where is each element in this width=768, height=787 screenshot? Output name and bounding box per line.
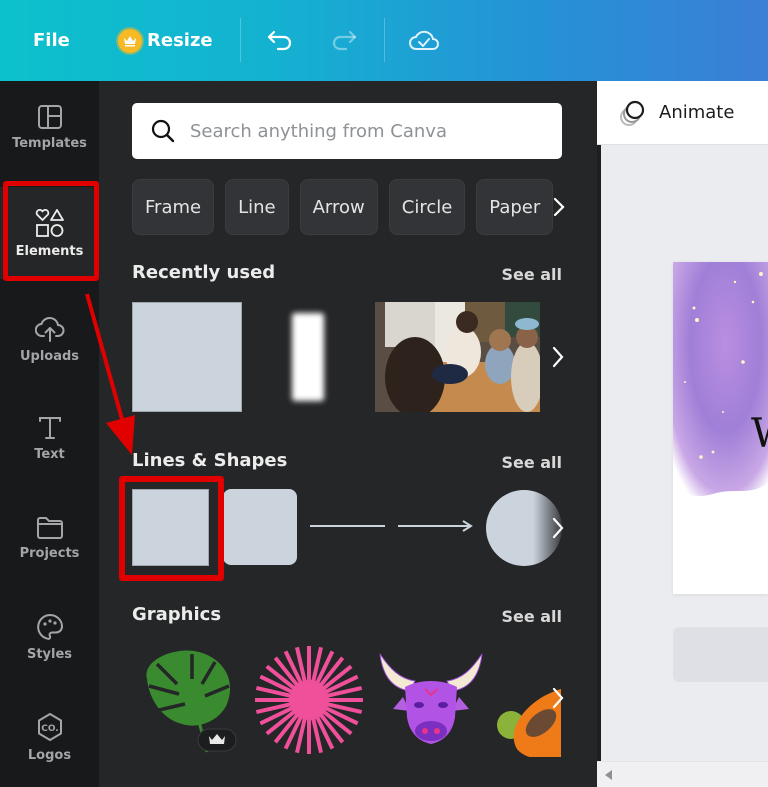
- search-icon: [151, 119, 175, 143]
- animate-icon: [620, 100, 645, 126]
- sidebar-item-label: Projects: [19, 545, 80, 561]
- chevron-right-icon[interactable]: [549, 516, 567, 540]
- sidebar-item-elements[interactable]: Elements: [0, 187, 99, 279]
- graphic-pink-starburst[interactable]: [253, 644, 365, 756]
- filter-chips: Frame Line Arrow Circle Paper: [132, 179, 554, 235]
- page-title-letter: W: [751, 411, 768, 457]
- design-page[interactable]: W: [673, 262, 768, 594]
- redo-icon[interactable]: [328, 24, 360, 56]
- chevron-right-icon[interactable]: [548, 196, 570, 218]
- chip-arrow[interactable]: Arrow: [299, 179, 378, 235]
- shape-arrow[interactable]: [396, 517, 476, 535]
- sidebar-item-label: Templates: [12, 135, 87, 151]
- add-page-button[interactable]: [673, 627, 768, 682]
- sidebar-item-label: Uploads: [19, 348, 80, 364]
- graphic-monstera-leaf[interactable]: [137, 644, 237, 754]
- section-title-recently-used: Recently used: [132, 262, 276, 283]
- shape-rounded-square[interactable]: [223, 489, 297, 565]
- folder-icon: [36, 516, 63, 539]
- sidebar-item-label: Logos: [27, 747, 72, 763]
- sidebar-item-label: Elements: [15, 243, 84, 259]
- text-icon: [38, 416, 61, 439]
- search-box[interactable]: [132, 103, 562, 159]
- upload-cloud-icon: [34, 316, 64, 342]
- graphic-bull-head[interactable]: [375, 649, 487, 749]
- search-input[interactable]: [190, 120, 530, 142]
- section-title-graphics: Graphics: [132, 604, 222, 625]
- canva-editor: File Resize Templates Elements Uploads T…: [0, 0, 768, 787]
- section-title-lines-shapes: Lines & Shapes: [132, 450, 288, 471]
- see-all-recently-used[interactable]: See all: [501, 265, 562, 284]
- sidebar-item-text[interactable]: Text: [0, 392, 99, 484]
- chip-paper[interactable]: Paper: [476, 179, 554, 235]
- see-all-lines-shapes[interactable]: See all: [501, 453, 562, 472]
- crown-icon: [118, 28, 142, 53]
- recent-family-photo[interactable]: [375, 302, 540, 412]
- sidebar-item-templates[interactable]: Templates: [0, 81, 99, 173]
- file-menu-button[interactable]: File: [33, 0, 70, 81]
- shape-line[interactable]: [309, 521, 389, 531]
- svg-text:CO.: CO.: [41, 724, 58, 734]
- chevron-right-icon[interactable]: [549, 686, 567, 710]
- animate-button[interactable]: Animate: [619, 99, 734, 127]
- sidebar-item-logos[interactable]: CO. Logos: [0, 691, 99, 783]
- elements-icon: [35, 208, 64, 237]
- resize-button[interactable]: Resize: [118, 0, 213, 81]
- recent-blurred-bar[interactable]: [292, 313, 324, 401]
- recent-square-shape[interactable]: [132, 302, 242, 412]
- starburst-center: [289, 680, 329, 720]
- canvas-area: W: [597, 145, 768, 761]
- left-sidebar: Templates Elements Uploads Text Projects…: [0, 81, 99, 787]
- undo-icon[interactable]: [264, 24, 296, 56]
- chip-frame[interactable]: Frame: [132, 179, 215, 235]
- toolbar-divider: [240, 18, 241, 62]
- resize-label: Resize: [147, 30, 213, 51]
- chevron-right-icon[interactable]: [549, 345, 567, 369]
- see-all-graphics[interactable]: See all: [501, 607, 562, 626]
- logo-hexagon-icon: CO.: [37, 712, 62, 741]
- templates-icon: [37, 104, 62, 129]
- cloud-saved-icon[interactable]: [408, 24, 440, 56]
- panel-divider: [597, 145, 601, 787]
- toolbar-divider: [384, 18, 385, 62]
- palette-icon: [36, 613, 63, 640]
- shape-square[interactable]: [132, 489, 209, 566]
- sidebar-item-projects[interactable]: Projects: [0, 492, 99, 584]
- editor-toolbar: Animate: [597, 81, 768, 145]
- animate-label: Animate: [659, 102, 735, 123]
- chip-circle[interactable]: Circle: [388, 179, 466, 235]
- sidebar-item-uploads[interactable]: Uploads: [0, 293, 99, 385]
- sidebar-item-label: Text: [34, 446, 65, 462]
- scroll-left-icon[interactable]: [605, 770, 613, 780]
- chip-line[interactable]: Line: [225, 179, 289, 235]
- elements-panel: Frame Line Arrow Circle Paper Recently u…: [99, 81, 597, 787]
- sidebar-item-label: Styles: [26, 646, 73, 662]
- top-toolbar: File Resize: [0, 0, 768, 81]
- sidebar-item-styles[interactable]: Styles: [0, 591, 99, 683]
- horizontal-scrollbar[interactable]: [597, 761, 768, 787]
